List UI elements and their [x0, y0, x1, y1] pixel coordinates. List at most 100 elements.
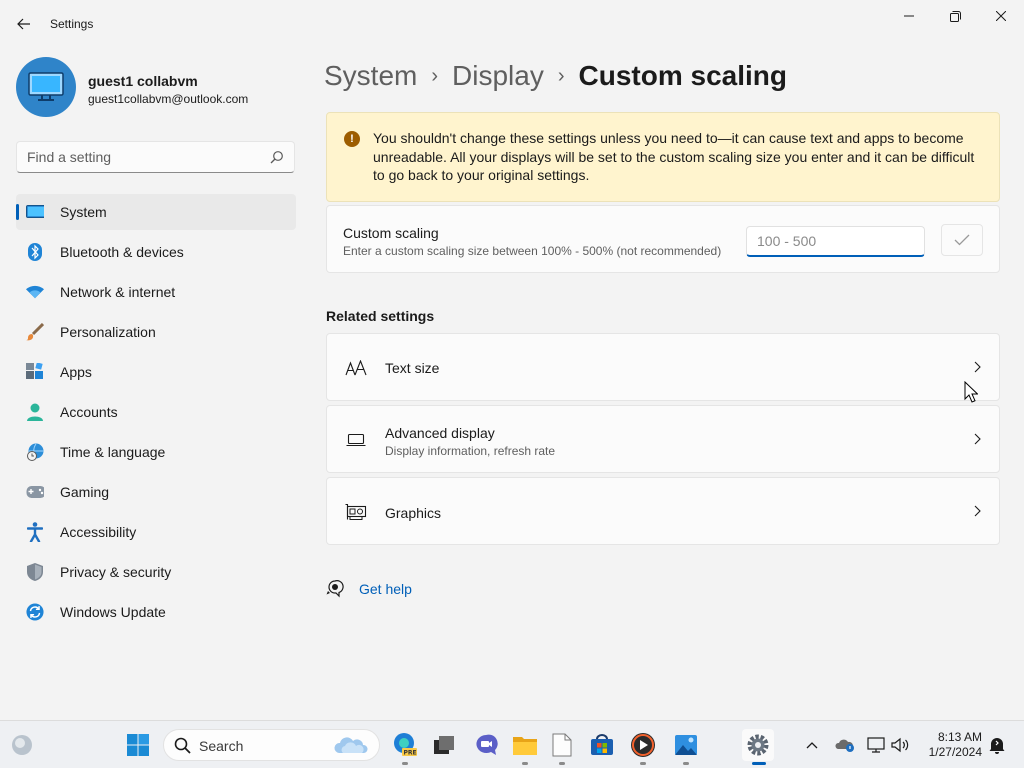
custom-scaling-field[interactable] [746, 226, 925, 257]
sidebar-item-bluetooth[interactable]: Bluetooth & devices [16, 234, 296, 270]
back-button[interactable] [8, 8, 40, 40]
sidebar-item-gaming[interactable]: Gaming [16, 474, 296, 510]
settings-icon [747, 734, 769, 756]
related-settings-heading: Related settings [326, 308, 435, 324]
mouse-cursor-icon [964, 381, 978, 403]
volume-icon [891, 737, 909, 753]
accounts-icon [26, 403, 44, 421]
graphics-card-icon [345, 502, 367, 522]
graphics-row[interactable]: Graphics [326, 477, 1000, 545]
chevron-right-icon [971, 432, 983, 446]
warning-icon: ! [344, 131, 360, 147]
custom-scaling-title: Custom scaling [343, 225, 439, 241]
taskbar: Search PRE 8:13 AM 1/27/2024 [0, 720, 1024, 768]
store-icon [591, 734, 613, 755]
bluetooth-icon [26, 243, 44, 261]
breadcrumb-display[interactable]: Display [452, 60, 544, 92]
breadcrumb-separator: › [557, 64, 565, 87]
sidebar-nav: System Bluetooth & devices Network & int… [16, 194, 296, 634]
taskbar-app-copilot[interactable]: PRE [389, 729, 421, 765]
time-language-icon [26, 443, 44, 461]
gamepad-icon [26, 483, 44, 501]
search-icon [174, 737, 191, 754]
maximize-icon [949, 10, 961, 22]
taskbar-app-notepad[interactable] [546, 729, 578, 765]
show-hidden-icons-button[interactable] [800, 733, 824, 757]
sidebar-item-accounts[interactable]: Accounts [16, 394, 296, 430]
sidebar-item-network[interactable]: Network & internet [16, 274, 296, 310]
taskbar-search[interactable]: Search [163, 729, 380, 761]
warning-text: You shouldn't change these settings unle… [373, 130, 975, 183]
update-icon [26, 603, 44, 621]
copilot-edge-pre-icon: PRE [394, 733, 417, 757]
close-button[interactable] [978, 0, 1024, 32]
shield-icon [26, 563, 44, 581]
maximize-button[interactable] [932, 0, 978, 32]
apply-scaling-button[interactable] [941, 224, 983, 256]
sidebar-item-time-language[interactable]: Time & language [16, 434, 296, 470]
chevron-up-icon [806, 742, 818, 749]
tray-notifications[interactable] [985, 733, 1009, 757]
warning-banner: ! You shouldn't change these settings un… [326, 112, 1000, 202]
close-icon [996, 11, 1006, 21]
sidebar-item-windows-update[interactable]: Windows Update [16, 594, 296, 630]
custom-scaling-input[interactable] [757, 233, 917, 249]
text-size-row[interactable]: Text size [326, 333, 1000, 401]
breadcrumb: System › Display › Custom scaling [324, 58, 787, 94]
chevron-right-icon [971, 504, 983, 518]
taskbar-app-file-explorer[interactable] [509, 729, 541, 765]
search-icon[interactable] [270, 150, 284, 164]
taskbar-app-store[interactable] [586, 729, 618, 761]
minimize-icon [904, 15, 914, 17]
advanced-display-description: Display information, refresh rate [385, 444, 556, 458]
start-button[interactable] [122, 729, 154, 761]
taskbar-task-view[interactable] [428, 729, 460, 761]
advanced-display-label: Advanced display [385, 425, 495, 441]
apps-icon [26, 363, 44, 381]
laptop-display-icon [345, 430, 367, 450]
app-title: Settings [50, 17, 94, 31]
notification-icon [989, 738, 1005, 754]
wifi-icon [26, 283, 44, 301]
breadcrumb-separator: › [431, 64, 439, 87]
page-title: Custom scaling [578, 60, 787, 91]
brush-icon [26, 323, 44, 341]
minimize-button[interactable] [886, 0, 932, 32]
tray-volume[interactable] [889, 733, 913, 757]
taskbar-clock[interactable]: 8:13 AM 1/27/2024 [918, 730, 982, 760]
cloud-highlight-icon [334, 737, 368, 753]
widgets-button[interactable] [6, 729, 38, 761]
start-icon [127, 734, 149, 756]
sidebar-item-accessibility[interactable]: Accessibility [16, 514, 296, 550]
teams-chat-icon [476, 734, 498, 755]
help-chat-icon [326, 580, 344, 598]
tray-network[interactable] [865, 733, 889, 757]
taskbar-search-label: Search [199, 738, 244, 754]
back-arrow-icon [17, 18, 30, 30]
weather-widget-icon [12, 735, 32, 755]
chevron-right-icon [971, 360, 983, 374]
search-input[interactable] [27, 149, 257, 165]
clock-time: 8:13 AM [937, 730, 982, 744]
sidebar-item-privacy-security[interactable]: Privacy & security [16, 554, 296, 590]
sidebar-item-personalization[interactable]: Personalization [16, 314, 296, 350]
get-help-label[interactable]: Get help [359, 581, 412, 597]
network-icon [867, 737, 885, 753]
find-setting-search[interactable] [16, 141, 295, 173]
taskbar-app-teams[interactable] [470, 729, 502, 761]
taskbar-app-settings[interactable] [742, 729, 774, 765]
monitor-avatar-icon [28, 72, 64, 101]
custom-scaling-card: Custom scaling Enter a custom scaling si… [326, 205, 1000, 273]
taskbar-app-media-player[interactable] [627, 729, 659, 765]
system-icon [26, 203, 44, 221]
advanced-display-row[interactable]: Advanced display Display information, re… [326, 405, 1000, 473]
sidebar-item-system[interactable]: System [16, 194, 296, 230]
title-bar: Settings [0, 0, 1024, 48]
clock-date: 1/27/2024 [928, 745, 982, 759]
breadcrumb-system[interactable]: System [324, 60, 417, 92]
sidebar-item-apps[interactable]: Apps [16, 354, 296, 390]
taskbar-app-photos[interactable] [670, 729, 702, 765]
avatar [16, 57, 76, 117]
tray-onedrive[interactable] [833, 733, 857, 757]
media-player-icon [631, 733, 655, 757]
